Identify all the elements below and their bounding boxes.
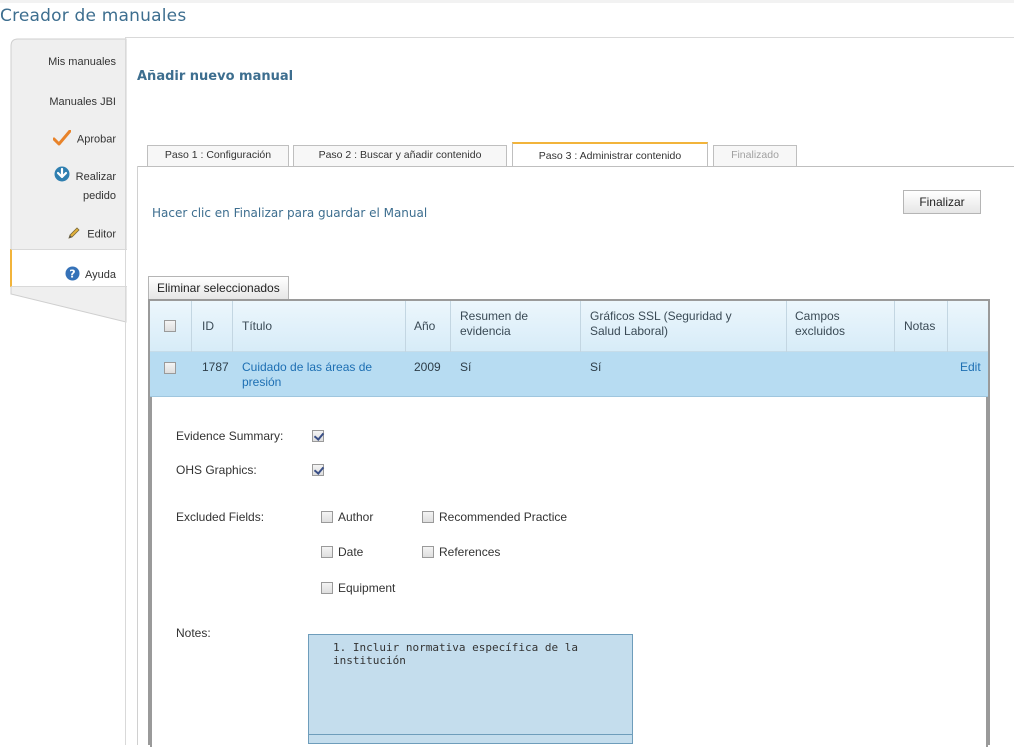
- download-arrow-icon: [54, 166, 70, 188]
- column-divider: [405, 301, 406, 352]
- column-header-line: excluidos: [795, 324, 846, 338]
- nav-item-label: Aprobar: [76, 133, 116, 146]
- column-divider: [580, 301, 581, 352]
- table-row[interactable]: 1787 Cuidado de las áreas de presión 200…: [150, 352, 988, 397]
- row-detail-panel: Evidence Summary: OHS Graphics: Excluded…: [150, 397, 988, 747]
- nav-item-my-manuals[interactable]: Mis manuales: [10, 56, 126, 68]
- column-header-line: evidencia: [460, 324, 511, 338]
- column-header-year: Año: [414, 319, 436, 333]
- content-frame-left: [125, 37, 126, 745]
- row-id: 1787: [202, 360, 229, 374]
- pencil-icon: [67, 226, 81, 243]
- tab-finished: Finalizado: [713, 145, 797, 166]
- tab-step2-search-add[interactable]: Paso 2 : Buscar y añadir contenido: [293, 145, 507, 166]
- nav-item-label: Ayuda: [85, 268, 116, 281]
- row-title-line: presión: [242, 375, 282, 389]
- nav-item-jbi-manuals[interactable]: Manuales JBI: [10, 96, 126, 108]
- nav-item-approve[interactable]: Aprobar: [10, 129, 126, 149]
- references-label: References: [439, 545, 501, 559]
- column-header-line: Resumen de: [460, 309, 529, 323]
- author-checkbox[interactable]: [321, 511, 333, 523]
- column-header-notes: Notas: [904, 319, 936, 333]
- date-checkbox[interactable]: [321, 546, 333, 558]
- column-divider: [450, 301, 451, 352]
- delete-selected-button[interactable]: Eliminar seleccionados: [148, 276, 289, 300]
- row-title-line: Cuidado de las áreas de: [242, 360, 373, 374]
- column-header-ohs-graphics: Gráficos SSL (Seguridad y Salud Laboral): [590, 309, 732, 339]
- recommended-practice-label: Recommended Practice: [439, 510, 568, 524]
- top-rule: [0, 0, 1014, 3]
- content-grid: ID Título Año Resumen de evidencia Gráfi…: [148, 299, 990, 747]
- select-all-checkbox[interactable]: [164, 320, 176, 332]
- references-checkbox[interactable]: [422, 546, 434, 558]
- row-year: 2009: [414, 360, 441, 374]
- tab-step1-configuration[interactable]: Paso 1 : Configuración: [147, 145, 289, 166]
- nav-item-editor[interactable]: Editor: [10, 226, 126, 243]
- row-edit-link[interactable]: Edit: [960, 360, 981, 375]
- tab-step3-manage-content[interactable]: Paso 3 : Administrar contenido: [512, 142, 708, 167]
- finish-button[interactable]: Finalizar: [903, 190, 981, 214]
- nav-item-label-line2: pedido: [82, 190, 116, 202]
- evidence-summary-checkbox[interactable]: [312, 430, 324, 442]
- nav-item-place-order[interactable]: Realizar pedido: [10, 166, 126, 205]
- left-nav: Mis manuales Manuales JBI Aprobar Realiz…: [10, 38, 127, 338]
- nav-item-label: Manuales JBI: [49, 96, 116, 108]
- svg-text:?: ?: [69, 268, 75, 281]
- tab-baseline: [137, 166, 1014, 167]
- row-ohs-graphics: Sí: [590, 360, 602, 374]
- column-divider: [191, 301, 192, 352]
- column-divider: [786, 301, 787, 352]
- column-header-line: Campos: [795, 309, 840, 323]
- nav-item-label-line1: Realizar: [75, 170, 116, 183]
- app-title: Creador de manuales: [0, 6, 187, 26]
- equipment-label: Equipment: [338, 581, 396, 595]
- column-header-id: ID: [202, 319, 214, 333]
- author-label: Author: [338, 510, 374, 524]
- nav-item-help[interactable]: ? Ayuda: [10, 266, 126, 284]
- notes-label: Notes:: [176, 626, 211, 640]
- column-header-line: Gráficos SSL (Seguridad y: [590, 309, 732, 323]
- help-icon: ?: [65, 266, 80, 284]
- equipment-checkbox[interactable]: [321, 582, 333, 594]
- notes-text: 1. Incluir normativa específica de la in…: [309, 635, 632, 735]
- nav-item-label: Editor: [87, 228, 116, 241]
- row-title-link[interactable]: Cuidado de las áreas de presión: [242, 360, 372, 390]
- column-header-line: Salud Laboral): [590, 324, 669, 338]
- evidence-summary-label: Evidence Summary:: [176, 429, 284, 443]
- nav-item-label: Mis manuales: [48, 56, 116, 68]
- column-divider: [947, 301, 948, 352]
- panel-left-border: [137, 166, 138, 745]
- column-header-evidence-summary: Resumen de evidencia: [460, 309, 528, 339]
- date-label: Date: [338, 545, 364, 559]
- notes-textarea[interactable]: 1. Incluir normativa específica de la in…: [308, 634, 633, 744]
- content-frame-top: [125, 37, 1014, 38]
- instruction-text: Hacer clic en Finalizar para guardar el …: [152, 206, 428, 220]
- recommended-practice-checkbox[interactable]: [422, 511, 434, 523]
- row-select-checkbox[interactable]: [164, 362, 176, 374]
- section-title: Añadir nuevo manual: [137, 69, 294, 84]
- column-header-excluded-fields: Campos excluidos: [795, 309, 845, 339]
- column-divider: [894, 301, 895, 352]
- column-header-title: Título: [242, 319, 273, 333]
- excluded-fields-label: Excluded Fields:: [176, 510, 265, 524]
- checkmark-icon: [52, 129, 72, 149]
- row-evidence-summary: Sí: [460, 360, 472, 374]
- ohs-graphics-checkbox[interactable]: [312, 464, 324, 476]
- ohs-graphics-label: OHS Graphics:: [176, 463, 257, 477]
- grid-header: ID Título Año Resumen de evidencia Gráfi…: [150, 301, 988, 352]
- column-divider: [232, 301, 233, 352]
